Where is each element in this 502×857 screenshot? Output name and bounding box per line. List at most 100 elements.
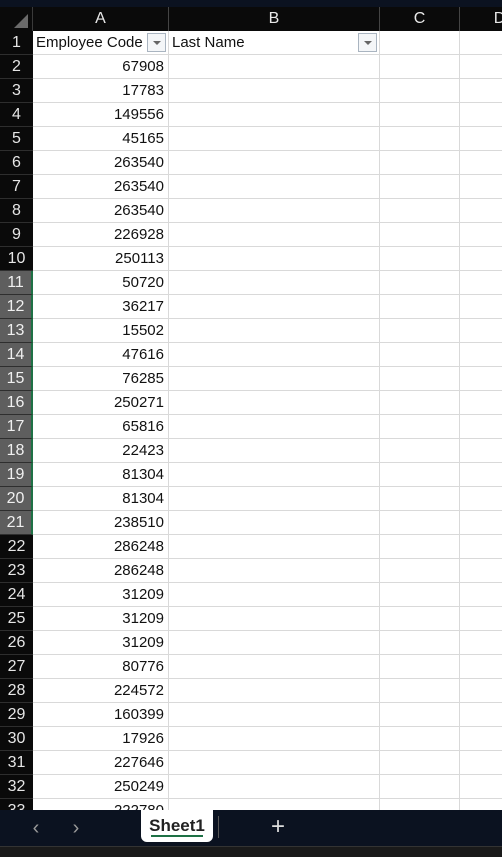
row-number[interactable]: 30 [0, 727, 33, 751]
row-number[interactable]: 23 [0, 559, 33, 583]
row-number[interactable]: 5 [0, 127, 33, 151]
cell-d[interactable] [460, 127, 502, 151]
cell-d[interactable] [460, 439, 502, 463]
row-number[interactable]: 1 [0, 31, 33, 55]
cell-d[interactable] [460, 607, 502, 631]
row-number[interactable]: 13 [0, 319, 33, 343]
cell-last-name[interactable] [169, 271, 380, 295]
cell-d[interactable] [460, 751, 502, 775]
cell-last-name[interactable] [169, 391, 380, 415]
cell-c[interactable] [380, 391, 460, 415]
cell-last-name[interactable] [169, 223, 380, 247]
cell-employee-code[interactable]: 227646 [33, 751, 169, 775]
cell-d[interactable] [460, 727, 502, 751]
row-number[interactable]: 21 [0, 511, 33, 535]
cell-employee-code[interactable]: 286248 [33, 559, 169, 583]
cell-employee-code[interactable]: 36217 [33, 295, 169, 319]
cell-last-name[interactable] [169, 727, 380, 751]
cell-c[interactable] [380, 79, 460, 103]
row-number[interactable]: 9 [0, 223, 33, 247]
cell-employee-code[interactable]: 15502 [33, 319, 169, 343]
cell-d[interactable] [460, 583, 502, 607]
cell-employee-code[interactable]: 47616 [33, 343, 169, 367]
cell-last-name[interactable] [169, 199, 380, 223]
column-header-a[interactable]: A [33, 7, 169, 31]
cell-c[interactable] [380, 703, 460, 727]
cell-d[interactable] [460, 319, 502, 343]
cell-a1[interactable]: Employee Code [33, 31, 169, 55]
row-number[interactable]: 12 [0, 295, 33, 319]
cell-employee-code[interactable]: 160399 [33, 703, 169, 727]
cell-c[interactable] [380, 655, 460, 679]
row-number[interactable]: 18 [0, 439, 33, 463]
cell-d[interactable] [460, 631, 502, 655]
cell-employee-code[interactable]: 250249 [33, 775, 169, 799]
cell-d[interactable] [460, 535, 502, 559]
cell-c[interactable] [380, 799, 460, 810]
cell-d[interactable] [460, 559, 502, 583]
row-number[interactable]: 15 [0, 367, 33, 391]
cell-c[interactable] [380, 247, 460, 271]
filter-dropdown-icon[interactable] [147, 33, 166, 52]
row-number[interactable]: 10 [0, 247, 33, 271]
row-number[interactable]: 31 [0, 751, 33, 775]
cell-last-name[interactable] [169, 775, 380, 799]
row-number[interactable]: 27 [0, 655, 33, 679]
cell-last-name[interactable] [169, 175, 380, 199]
row-number[interactable]: 33 [0, 799, 33, 810]
cell-last-name[interactable] [169, 679, 380, 703]
cell-c[interactable] [380, 439, 460, 463]
cell-employee-code[interactable]: 286248 [33, 535, 169, 559]
cell-c[interactable] [380, 55, 460, 79]
cell-employee-code[interactable]: 263540 [33, 199, 169, 223]
add-sheet-icon[interactable]: + [266, 815, 290, 839]
cell-c[interactable] [380, 175, 460, 199]
cell-employee-code[interactable]: 226928 [33, 223, 169, 247]
row-number[interactable]: 16 [0, 391, 33, 415]
cell-d[interactable] [460, 391, 502, 415]
cell-c[interactable] [380, 271, 460, 295]
cell-last-name[interactable] [169, 127, 380, 151]
cell-d[interactable] [460, 295, 502, 319]
cell-last-name[interactable] [169, 559, 380, 583]
cell-employee-code[interactable]: 224572 [33, 679, 169, 703]
cell-employee-code[interactable]: 149556 [33, 103, 169, 127]
row-number[interactable]: 32 [0, 775, 33, 799]
row-number[interactable]: 20 [0, 487, 33, 511]
cell-employee-code[interactable]: 31209 [33, 583, 169, 607]
cell-c[interactable] [380, 415, 460, 439]
row-number[interactable]: 14 [0, 343, 33, 367]
cell-c1[interactable] [380, 31, 460, 55]
cell-employee-code[interactable]: 263540 [33, 151, 169, 175]
row-number[interactable]: 17 [0, 415, 33, 439]
cell-d[interactable] [460, 175, 502, 199]
cell-employee-code[interactable]: 263540 [33, 175, 169, 199]
cell-c[interactable] [380, 751, 460, 775]
cell-d[interactable] [460, 199, 502, 223]
cell-last-name[interactable] [169, 319, 380, 343]
cell-d[interactable] [460, 703, 502, 727]
row-number[interactable]: 22 [0, 535, 33, 559]
cell-c[interactable] [380, 367, 460, 391]
cell-employee-code[interactable]: 65816 [33, 415, 169, 439]
previous-sheet-icon[interactable]: ‹ [24, 816, 48, 840]
cell-employee-code[interactable]: 17926 [33, 727, 169, 751]
cell-c[interactable] [380, 511, 460, 535]
cell-last-name[interactable] [169, 343, 380, 367]
cell-d[interactable] [460, 343, 502, 367]
row-number[interactable]: 7 [0, 175, 33, 199]
cell-employee-code[interactable]: 81304 [33, 463, 169, 487]
cell-employee-code[interactable]: 17783 [33, 79, 169, 103]
cell-last-name[interactable] [169, 79, 380, 103]
cell-d[interactable] [460, 79, 502, 103]
cell-c[interactable] [380, 295, 460, 319]
cell-employee-code[interactable]: 222780 [33, 799, 169, 810]
cell-last-name[interactable] [169, 55, 380, 79]
cell-last-name[interactable] [169, 631, 380, 655]
row-number[interactable]: 6 [0, 151, 33, 175]
cell-employee-code[interactable]: 76285 [33, 367, 169, 391]
cell-employee-code[interactable]: 31209 [33, 631, 169, 655]
cell-c[interactable] [380, 559, 460, 583]
cell-employee-code[interactable]: 81304 [33, 487, 169, 511]
cell-d[interactable] [460, 511, 502, 535]
